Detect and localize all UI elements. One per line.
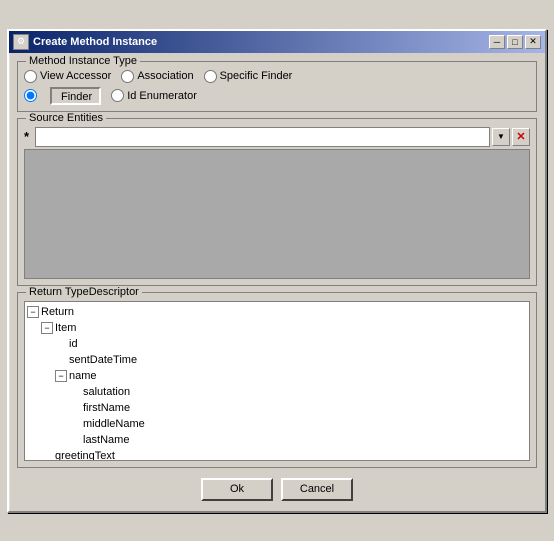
method-instance-type-label: Method Instance Type [26,55,140,67]
tree-node-label: Item [55,320,76,336]
source-entities-label: Source Entities [26,112,106,124]
radio-row-1: View Accessor Association Specific Finde… [24,70,530,83]
tree-node: lastName [27,432,527,448]
tree-node[interactable]: −Item [27,320,527,336]
entities-input[interactable] [35,127,490,147]
entities-area [24,149,530,279]
tree-node: id [27,336,527,352]
tree-node-label: firstName [83,400,130,416]
tree-node: greetingText [27,448,527,461]
tree-node: sentDateTime [27,352,527,368]
radio-view-accessor-label: View Accessor [40,70,111,82]
tree-node-label: name [69,368,97,384]
tree-node-label: middleName [83,416,145,432]
tree-node-label: id [69,336,78,352]
radio-specific-finder-input[interactable] [204,70,217,83]
method-instance-type-group: Method Instance Type View Accessor Assoc… [17,61,537,112]
tree-toggle-icon[interactable]: − [41,322,53,334]
star-indicator: * [24,129,29,144]
radio-association-input[interactable] [121,70,134,83]
close-button[interactable]: ✕ [525,35,541,49]
radio-finder[interactable] [24,89,40,102]
minimize-button[interactable]: ─ [489,35,505,49]
tree-node[interactable]: −Return [27,304,527,320]
return-type-group: Return TypeDescriptor −Return−Itemidsent… [17,292,537,468]
title-bar: ⚙ Create Method Instance ─ □ ✕ [9,31,545,53]
tree-node-label: lastName [83,432,129,448]
tree-toggle-icon[interactable]: − [27,306,39,318]
ok-button[interactable]: Ok [201,478,273,501]
chevron-down-icon: ▼ [497,132,505,141]
title-buttons: ─ □ ✕ [489,35,541,49]
source-entities-group: Source Entities * ▼ ✕ [17,118,537,286]
radio-view-accessor-input[interactable] [24,70,37,83]
finder-button[interactable]: Finder [50,87,101,105]
window-title: Create Method Instance [33,36,157,48]
entities-delete-button[interactable]: ✕ [512,128,530,146]
tree-area[interactable]: −Return−ItemidsentDateTime−namesalutatio… [24,301,530,461]
radio-id-enumerator-label: Id Enumerator [127,90,197,102]
tree-node: salutation [27,384,527,400]
create-method-instance-dialog: ⚙ Create Method Instance ─ □ ✕ Method In… [7,29,547,513]
radio-specific-finder[interactable]: Specific Finder [204,70,293,83]
tree-node-label: greetingText [55,448,115,461]
title-bar-left: ⚙ Create Method Instance [13,34,157,50]
tree-node: middleName [27,416,527,432]
cancel-button[interactable]: Cancel [281,478,353,501]
radio-view-accessor[interactable]: View Accessor [24,70,111,83]
bottom-buttons: Ok Cancel [17,474,537,503]
tree-node-label: salutation [83,384,130,400]
tree-node-label: Return [41,304,74,320]
radio-association[interactable]: Association [121,70,193,83]
radio-id-enumerator[interactable]: Id Enumerator [111,89,197,102]
maximize-button[interactable]: □ [507,35,523,49]
window-icon: ⚙ [13,34,29,50]
radio-row-2: Finder Id Enumerator [24,87,530,105]
tree-node-label: sentDateTime [69,352,137,368]
entities-input-wrapper [35,127,490,147]
radio-id-enumerator-input[interactable] [111,89,124,102]
radio-association-label: Association [137,70,193,82]
entities-dropdown-button[interactable]: ▼ [492,128,510,146]
return-type-label: Return TypeDescriptor [26,286,142,298]
tree-node: firstName [27,400,527,416]
radio-specific-finder-label: Specific Finder [220,70,293,82]
tree-toggle-icon[interactable]: − [55,370,67,382]
delete-icon: ✕ [516,130,525,143]
window-body: Method Instance Type View Accessor Assoc… [9,53,545,511]
tree-node[interactable]: −name [27,368,527,384]
radio-finder-input[interactable] [24,89,37,102]
entities-row: * ▼ ✕ [24,127,530,147]
